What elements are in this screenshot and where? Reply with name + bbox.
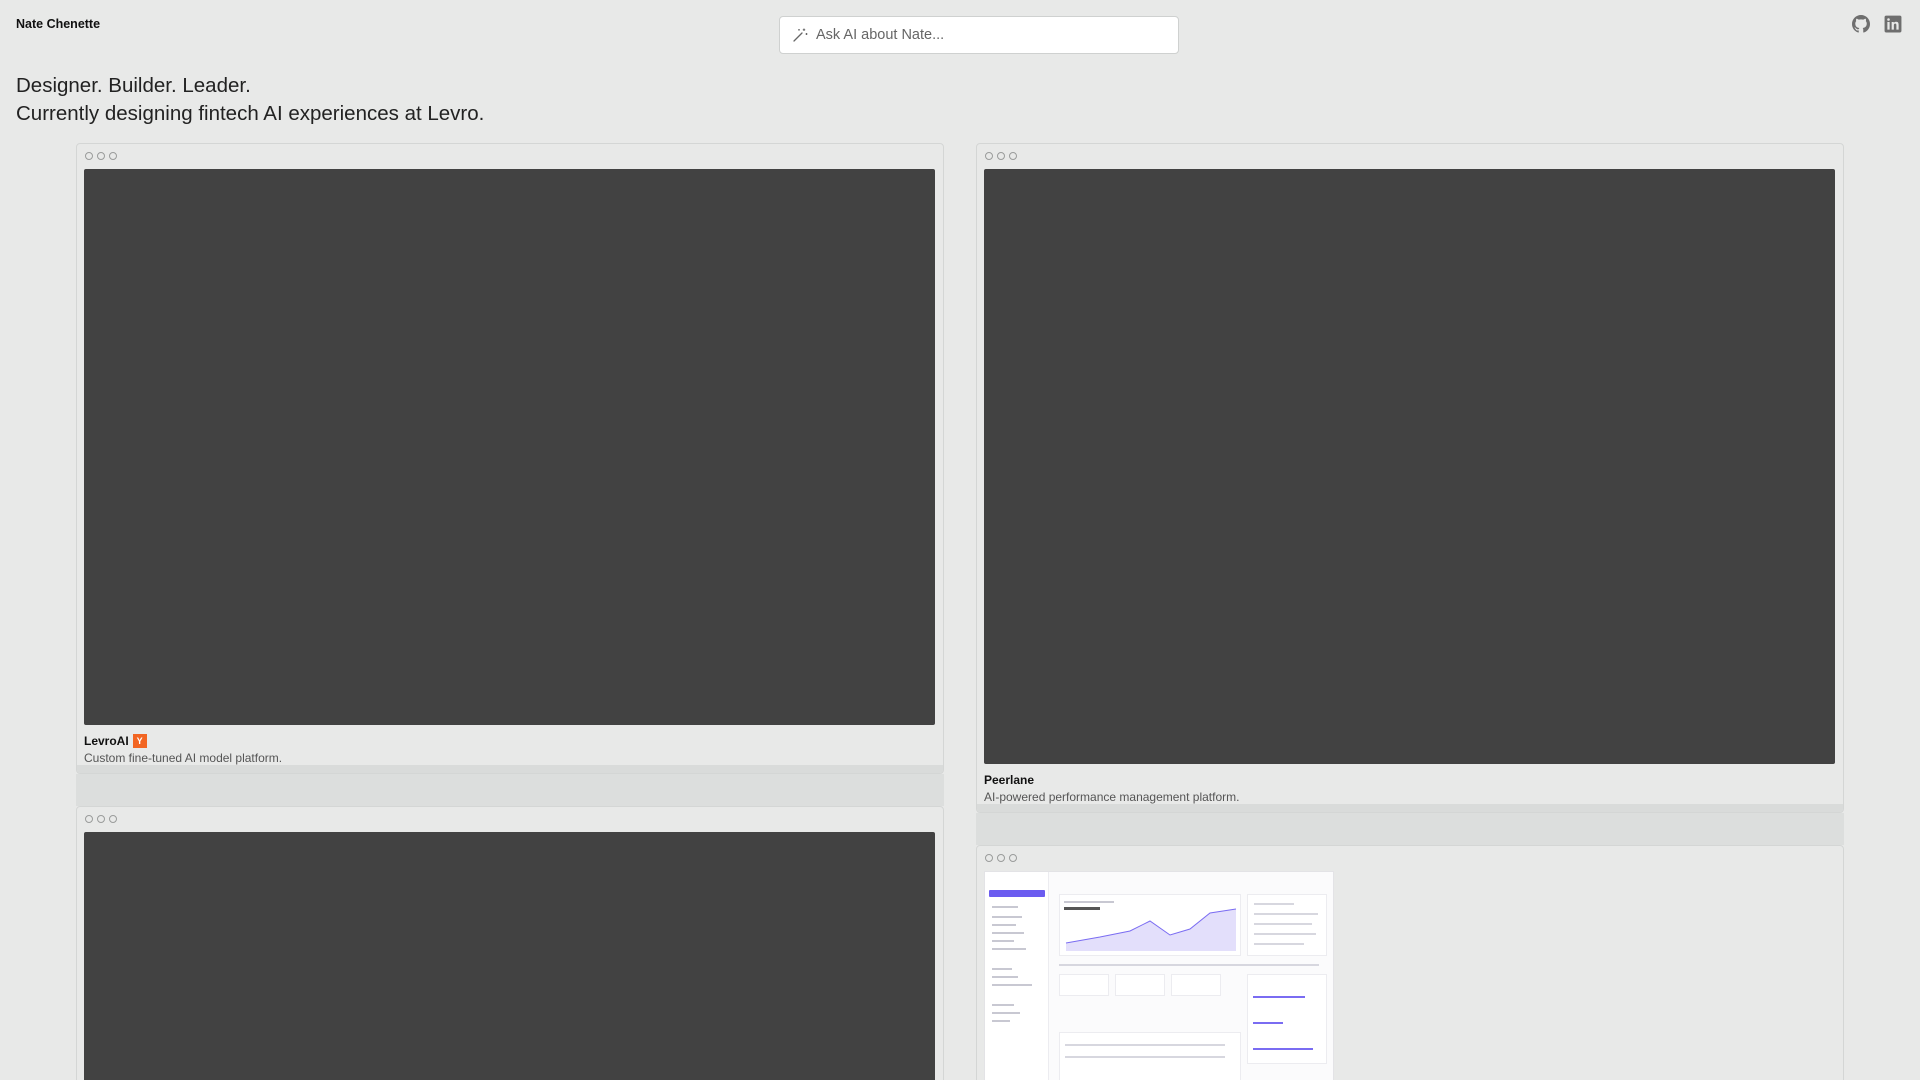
project-card-levroai[interactable]: LevroAI Y Custom fine-tuned AI model pla… bbox=[76, 143, 944, 774]
project-description: Custom fine-tuned AI model platform. bbox=[84, 751, 283, 765]
project-preview bbox=[84, 832, 935, 1080]
card-divider bbox=[976, 813, 1844, 845]
window-dots bbox=[85, 152, 117, 160]
social-links bbox=[1852, 15, 1902, 33]
window-dots bbox=[985, 854, 1017, 862]
project-preview bbox=[984, 169, 1835, 764]
project-card-peerlane[interactable]: Peerlane AI-powered performance manageme… bbox=[976, 143, 1844, 813]
y-combinator-badge: Y bbox=[132, 734, 147, 748]
hero-tagline: Designer. Builder. Leader. bbox=[16, 74, 251, 97]
project-description: AI-powered performance management platfo… bbox=[984, 790, 1240, 804]
dashboard-preview-thumbnail bbox=[984, 871, 1334, 1080]
ask-ai-input[interactable] bbox=[816, 27, 1146, 43]
project-card-3[interactable] bbox=[76, 806, 944, 1080]
project-preview bbox=[84, 169, 935, 725]
hero-intro: Designer. Builder. Leader. Currently des… bbox=[16, 72, 484, 128]
window-dots bbox=[985, 152, 1017, 160]
ask-ai-search[interactable] bbox=[779, 16, 1179, 54]
project-title-text: Peerlane bbox=[984, 773, 1035, 787]
site-name[interactable]: Nate Chenette bbox=[16, 17, 100, 31]
window-dots bbox=[85, 815, 117, 823]
card-divider bbox=[76, 774, 944, 806]
project-title-text: LevroAI bbox=[84, 734, 129, 748]
magic-wand-icon bbox=[793, 28, 808, 42]
linkedin-icon[interactable] bbox=[1884, 15, 1902, 33]
project-card-4[interactable] bbox=[976, 845, 1844, 1080]
github-icon[interactable] bbox=[1852, 15, 1870, 33]
hero-subtitle: Currently designing fintech AI experienc… bbox=[16, 102, 485, 125]
project-title: LevroAI Y bbox=[84, 734, 282, 748]
project-title: Peerlane bbox=[984, 773, 1239, 787]
